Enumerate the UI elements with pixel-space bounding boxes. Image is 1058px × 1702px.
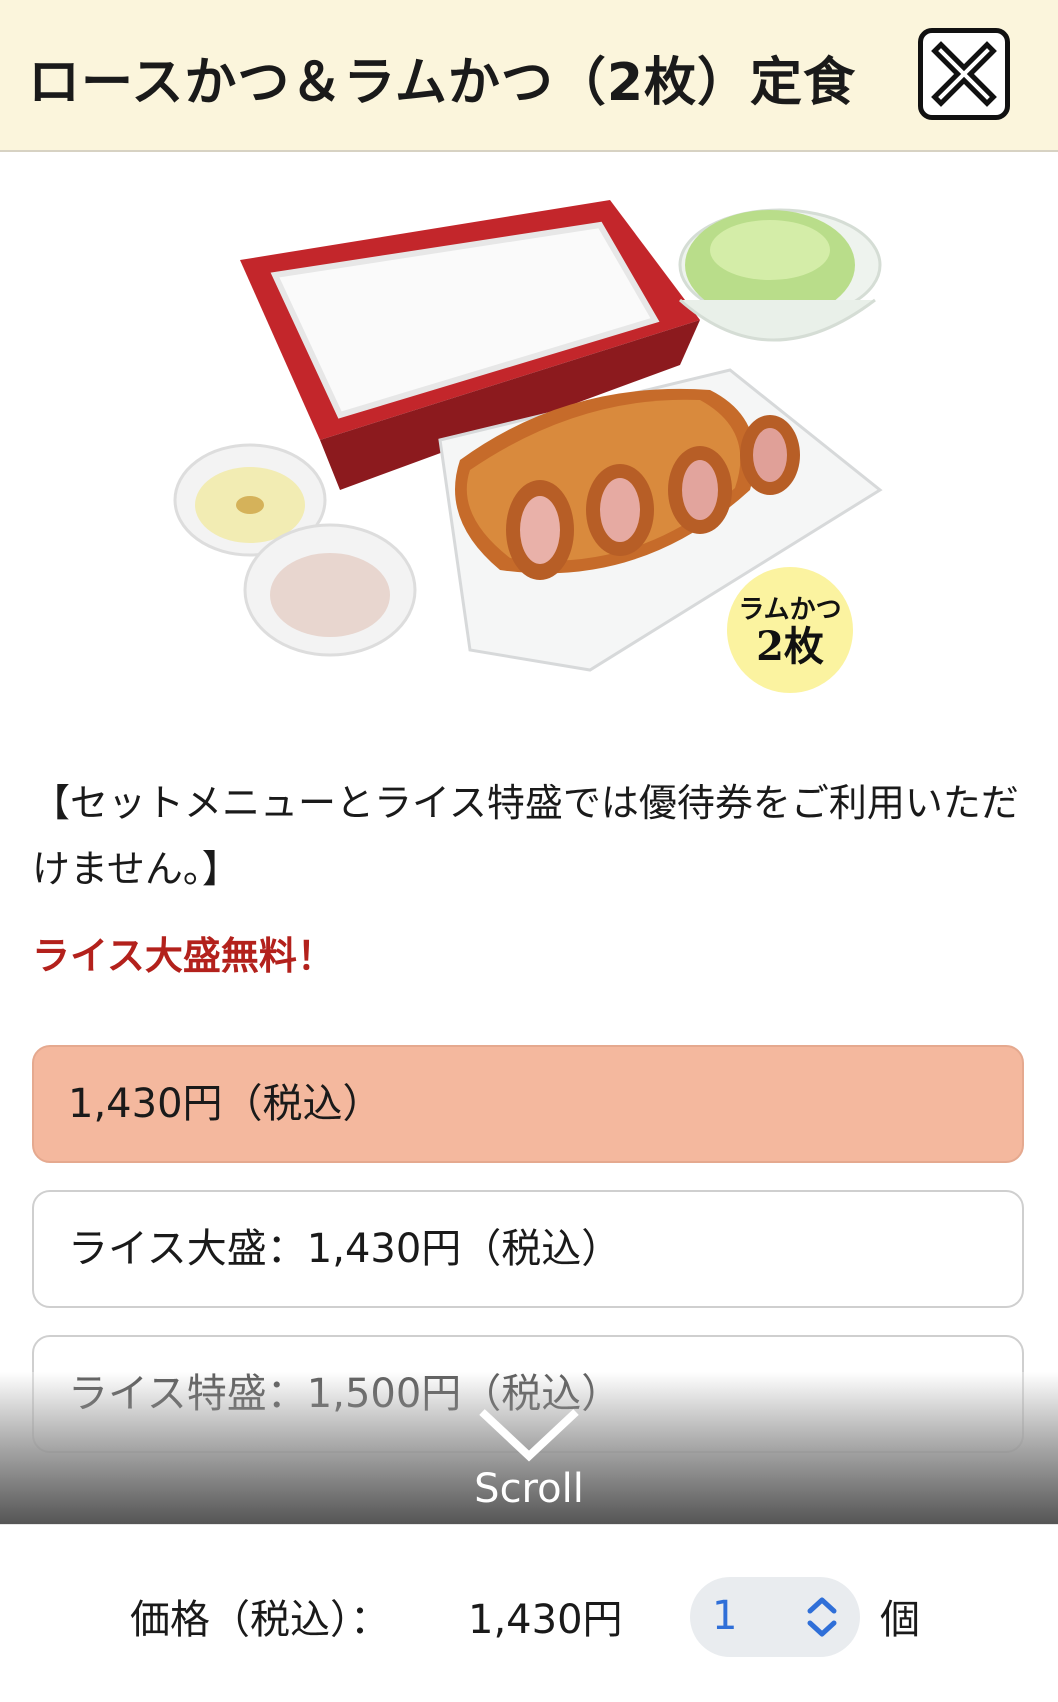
quantity-value: 1: [712, 1593, 738, 1639]
quantity-unit: 個: [880, 1597, 920, 1643]
scroll-label: Scroll: [474, 1466, 584, 1512]
up-down-chevron-icon: [807, 1597, 837, 1637]
badge-line2: 2枚: [756, 623, 824, 670]
price-label: 価格（税込）：: [130, 1597, 390, 1643]
product-photo: ラムかつ 2枚: [170, 190, 890, 710]
page-title: ロースかつ＆ラムかつ（2枚）定食: [28, 53, 857, 113]
sauce-bowls: [173, 443, 417, 657]
badge-line1: ラムかつ: [738, 595, 841, 625]
lamb-badge: ラムかつ 2枚: [723, 563, 857, 697]
close-icon: [931, 41, 997, 107]
price-value: 1,430円: [468, 1597, 623, 1643]
scroll-hint[interactable]: Scroll: [0, 1372, 1058, 1524]
cabbage-bowl: [678, 208, 882, 342]
option-regular[interactable]: 1,430円（税込）: [32, 1045, 1024, 1163]
promo-text: ライス大盛無料！: [32, 934, 335, 978]
option-large-rice[interactable]: ライス大盛：1,430円（税込）: [32, 1190, 1024, 1308]
coupon-notice: 【セットメニューとライス特盛では優待券をご利用いただけません。】: [32, 781, 1019, 891]
quantity-select[interactable]: 1: [690, 1577, 860, 1657]
header: ロースかつ＆ラムかつ（2枚）定食: [0, 0, 1058, 152]
chevron-down-icon: [479, 1409, 579, 1462]
close-button[interactable]: [918, 28, 1010, 120]
price-footer: 価格（税込）： 1,430円 1 個: [0, 1524, 1058, 1702]
